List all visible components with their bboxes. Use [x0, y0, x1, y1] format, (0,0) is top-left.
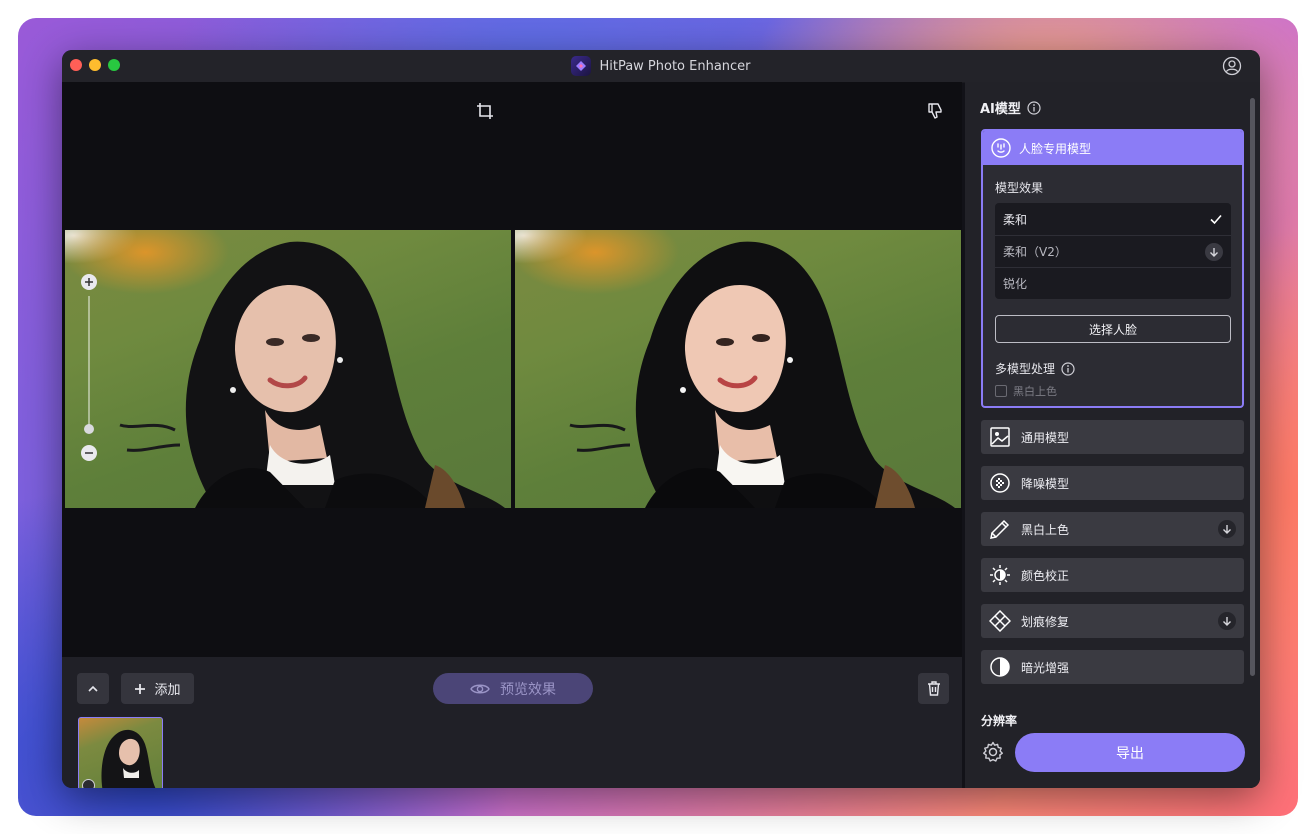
info-icon[interactable]: [1061, 361, 1075, 376]
plus-icon: [85, 278, 93, 286]
bw-colorize-label: 黑白上色: [1013, 385, 1057, 398]
title-bar: HitPaw Photo Enhancer: [62, 50, 1260, 83]
eye-icon: [470, 684, 490, 693]
zoom-in-button[interactable]: [81, 274, 97, 290]
resolution-label: 分辨率: [981, 714, 1018, 728]
model-scratch-repair[interactable]: 划痕修复: [981, 604, 1244, 638]
model-low-light[interactable]: 暗光增强: [981, 650, 1244, 684]
app-window: HitPaw Photo Enhancer 添加 预览效果 AI模型 人脸专用模…: [62, 50, 1260, 788]
add-label: 添加: [154, 683, 181, 698]
export-label: 导出: [1116, 745, 1144, 762]
scratch-repair-icon: [989, 610, 1011, 632]
thumbnail-image: [101, 729, 156, 788]
face-model-name: 人脸专用模型: [1019, 141, 1092, 156]
model-name: 降噪模型: [1021, 476, 1070, 491]
bottom-toolbar: 添加 预览效果: [62, 657, 962, 788]
model-effect-options: 柔和 柔和（V2） 锐化: [995, 203, 1231, 299]
user-account-icon[interactable]: [1222, 56, 1242, 76]
delete-button[interactable]: [918, 673, 949, 704]
panel-title-text: AI模型: [980, 102, 1021, 117]
info-icon[interactable]: [1027, 100, 1041, 115]
effect-option-label: 锐化: [1003, 277, 1028, 291]
app-title: HitPaw Photo Enhancer: [599, 58, 751, 74]
model-name: 黑白上色: [1021, 522, 1070, 537]
app-logo-icon: [571, 56, 592, 76]
multi-model-text: 多模型处理: [995, 362, 1056, 376]
gear-icon[interactable]: [982, 741, 1004, 763]
color-correct-icon: [990, 565, 1010, 585]
select-face-label: 选择人脸: [1088, 322, 1137, 337]
plus-icon: [135, 683, 146, 694]
model-general[interactable]: 通用模型: [981, 420, 1244, 454]
zoom-out-button[interactable]: [81, 445, 97, 461]
thumbs-down-icon[interactable]: [926, 102, 944, 120]
model-name: 通用模型: [1021, 430, 1070, 445]
download-arrow-icon: [1210, 247, 1218, 257]
effect-option-sharpen[interactable]: 锐化: [995, 267, 1231, 299]
colorize-icon: [990, 519, 1010, 539]
preview-canvas: [62, 82, 962, 657]
low-light-icon: [990, 657, 1010, 677]
effect-option-soft[interactable]: 柔和: [995, 203, 1231, 235]
panel-scrollbar[interactable]: [1250, 98, 1255, 676]
image-thumbnail[interactable]: [78, 717, 163, 788]
trash-icon: [927, 681, 940, 696]
original-photo: [65, 230, 511, 508]
face-model-header[interactable]: 人脸专用模型: [983, 131, 1242, 165]
model-colorize[interactable]: 黑白上色: [981, 512, 1244, 546]
bw-colorize-checkbox[interactable]: [995, 385, 1007, 397]
app-title-group: HitPaw Photo Enhancer: [62, 50, 1260, 82]
preview-label: 预览效果: [500, 681, 556, 698]
model-name: 暗光增强: [1021, 660, 1070, 675]
select-face-button[interactable]: 选择人脸: [995, 315, 1231, 343]
minus-icon: [85, 452, 93, 454]
face-detected-badge: [82, 779, 95, 788]
bw-colorize-option[interactable]: 黑白上色: [995, 383, 1057, 399]
face-model-card: 人脸专用模型 模型效果 柔和 柔和（V2） 锐化 选择人脸 多模型处理 黑白上色: [981, 129, 1244, 408]
model-color-correct[interactable]: 颜色校正: [981, 558, 1244, 592]
general-model-icon: [990, 427, 1010, 447]
enhanced-photo: [515, 230, 961, 508]
model-name: 颜色校正: [1021, 568, 1070, 583]
add-image-button[interactable]: 添加: [121, 673, 194, 704]
face-model-icon: [991, 138, 1011, 158]
download-button[interactable]: [1218, 612, 1236, 630]
collapse-thumbnails-button[interactable]: [77, 673, 109, 704]
download-button[interactable]: [1205, 243, 1223, 261]
model-effect-label: 模型效果: [995, 181, 1044, 195]
effect-option-label: 柔和: [1003, 212, 1028, 227]
ai-model-panel: AI模型 人脸专用模型 模型效果 柔和 柔和（V2） 锐化 选择人脸 多模型处理…: [965, 82, 1260, 788]
crop-icon[interactable]: [476, 102, 494, 120]
model-name: 划痕修复: [1021, 614, 1070, 629]
download-arrow-icon: [1223, 616, 1231, 626]
denoise-model-icon: [990, 473, 1010, 493]
effect-option-label: 柔和（V2）: [1003, 245, 1067, 259]
panel-title: AI模型: [980, 98, 1041, 117]
download-button[interactable]: [1218, 520, 1236, 538]
multi-model-label: 多模型处理: [995, 360, 1075, 377]
chevron-up-icon: [88, 685, 98, 692]
zoom-slider-handle[interactable]: [84, 424, 94, 434]
download-arrow-icon: [1223, 524, 1231, 534]
checkmark-icon: [1210, 214, 1222, 225]
preview-effect-button[interactable]: 预览效果: [433, 673, 593, 704]
zoom-slider-track[interactable]: [88, 296, 90, 432]
model-denoise[interactable]: 降噪模型: [981, 466, 1244, 500]
effect-option-soft-v2[interactable]: 柔和（V2）: [995, 235, 1231, 267]
export-button[interactable]: 导出: [1015, 733, 1245, 772]
